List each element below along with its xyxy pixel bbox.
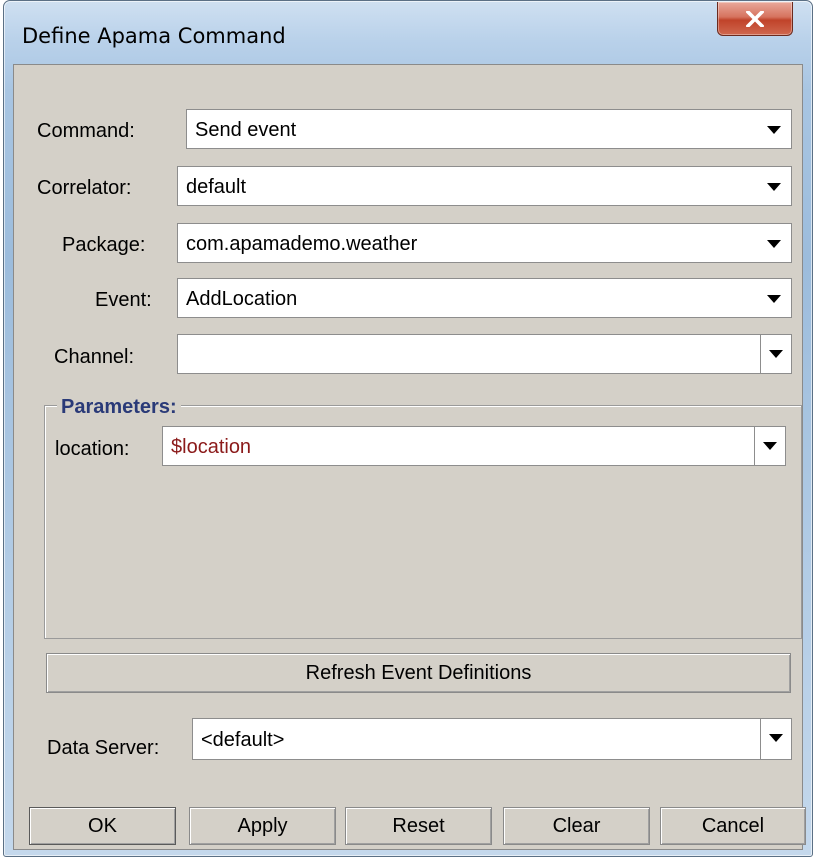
correlator-dropdown[interactable]: default xyxy=(177,166,792,206)
chevron-down-icon xyxy=(769,734,783,742)
ok-button[interactable]: OK xyxy=(29,807,176,845)
param-location-label: location: xyxy=(55,438,130,460)
event-value: AddLocation xyxy=(186,288,298,310)
clear-button[interactable]: Clear xyxy=(503,807,650,845)
param-location-value: $location xyxy=(171,436,252,458)
close-icon xyxy=(746,10,764,27)
chevron-down-icon xyxy=(767,295,781,303)
package-dropdown[interactable]: com.apamademo.weather xyxy=(177,223,792,263)
channel-label: Channel: xyxy=(54,346,135,368)
chevron-down-icon xyxy=(767,240,781,248)
command-dropdown[interactable]: Send event xyxy=(186,109,792,149)
event-dropdown[interactable]: AddLocation xyxy=(177,278,792,318)
data-server-dropdown-button[interactable] xyxy=(760,719,791,759)
chevron-down-icon xyxy=(767,183,781,191)
correlator-label: Correlator: xyxy=(37,177,132,199)
data-server-label: Data Server: xyxy=(47,737,160,759)
data-server-combobox[interactable]: <default> xyxy=(192,718,792,760)
apply-button[interactable]: Apply xyxy=(189,807,336,845)
dialog-window: Define Apama Command Command: Send event… xyxy=(3,0,813,857)
parameters-legend: Parameters: xyxy=(57,396,181,418)
cancel-button[interactable]: Cancel xyxy=(660,807,806,845)
window-title: Define Apama Command xyxy=(22,24,286,48)
dialog-body: Command: Send event Correlator: default … xyxy=(13,64,806,850)
param-location-dropdown-button[interactable] xyxy=(754,427,785,465)
chevron-down-icon xyxy=(763,442,777,450)
close-button[interactable] xyxy=(717,2,793,36)
channel-dropdown-button[interactable] xyxy=(760,335,791,373)
reset-button[interactable]: Reset xyxy=(345,807,492,845)
channel-combobox[interactable] xyxy=(177,334,792,374)
chevron-down-icon xyxy=(767,126,781,134)
package-value: com.apamademo.weather xyxy=(186,233,418,255)
package-label: Package: xyxy=(62,234,146,256)
data-server-value: <default> xyxy=(201,729,285,751)
correlator-value: default xyxy=(186,176,247,198)
chevron-down-icon xyxy=(769,350,783,358)
param-location-combobox[interactable]: $location xyxy=(162,426,786,466)
command-value: Send event xyxy=(195,119,297,141)
refresh-event-definitions-button[interactable]: Refresh Event Definitions xyxy=(46,653,791,693)
event-label: Event: xyxy=(95,289,152,311)
command-label: Command: xyxy=(37,120,135,142)
